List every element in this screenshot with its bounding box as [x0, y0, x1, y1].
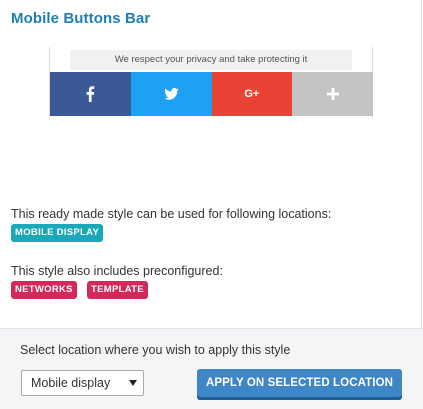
privacy-notice: We respect your privacy and take protect…: [70, 50, 352, 70]
preconfigured-tag-template: TEMPLATE: [87, 281, 148, 299]
location-tag-mobile-display: MOBILE DISPLAY: [11, 224, 104, 242]
style-card: Mobile Buttons Bar We respect your priva…: [0, 0, 423, 409]
chevron-down-icon: [129, 380, 137, 386]
twitter-share-button[interactable]: [130, 72, 212, 116]
location-select-label: Select location where you wish to apply …: [20, 343, 291, 357]
preconfigured-tag-networks: NETWORKS: [11, 281, 77, 299]
location-select-value: Mobile display: [31, 376, 111, 390]
twitter-icon: [163, 88, 179, 100]
locations-description: This ready made style can be used for fo…: [11, 207, 332, 221]
facebook-icon: [85, 86, 95, 102]
plus-icon: [326, 88, 339, 100]
apply-footer: Select location where you wish to apply …: [0, 328, 423, 409]
style-preview: We respect your privacy and take protect…: [49, 47, 373, 118]
facebook-share-button[interactable]: [50, 72, 131, 116]
preconfigured-description: This style also includes preconfigured:: [11, 264, 223, 278]
more-share-button[interactable]: [292, 72, 373, 116]
google-plus-share-button[interactable]: G+: [211, 72, 293, 116]
share-buttons-bar: G+: [50, 72, 373, 116]
google-plus-icon: G+: [244, 88, 260, 100]
style-title: Mobile Buttons Bar: [11, 10, 151, 27]
location-select[interactable]: Mobile display: [21, 370, 144, 396]
apply-button[interactable]: APPLY ON SELECTED LOCATION: [197, 369, 402, 397]
